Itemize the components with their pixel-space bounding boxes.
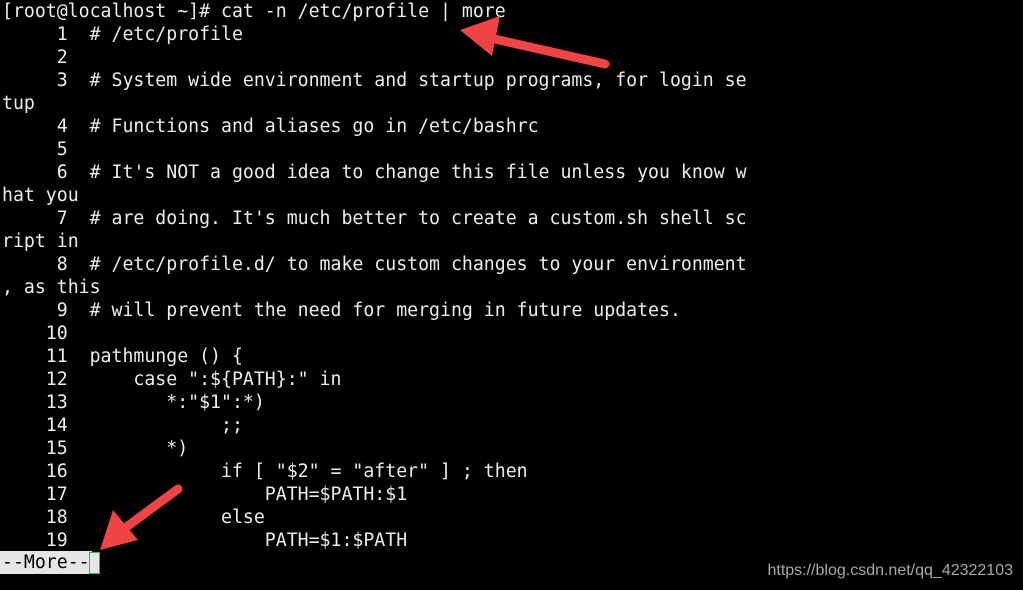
terminal-window[interactable]: [root@localhost ~]# cat -n /etc/profile … (0, 0, 1023, 590)
annotation-arrows (100, 16, 610, 550)
arrow-icon (100, 484, 183, 550)
arrow-icon (460, 16, 610, 69)
watermark: https://blog.csdn.net/qq_42322103 (767, 562, 1013, 579)
